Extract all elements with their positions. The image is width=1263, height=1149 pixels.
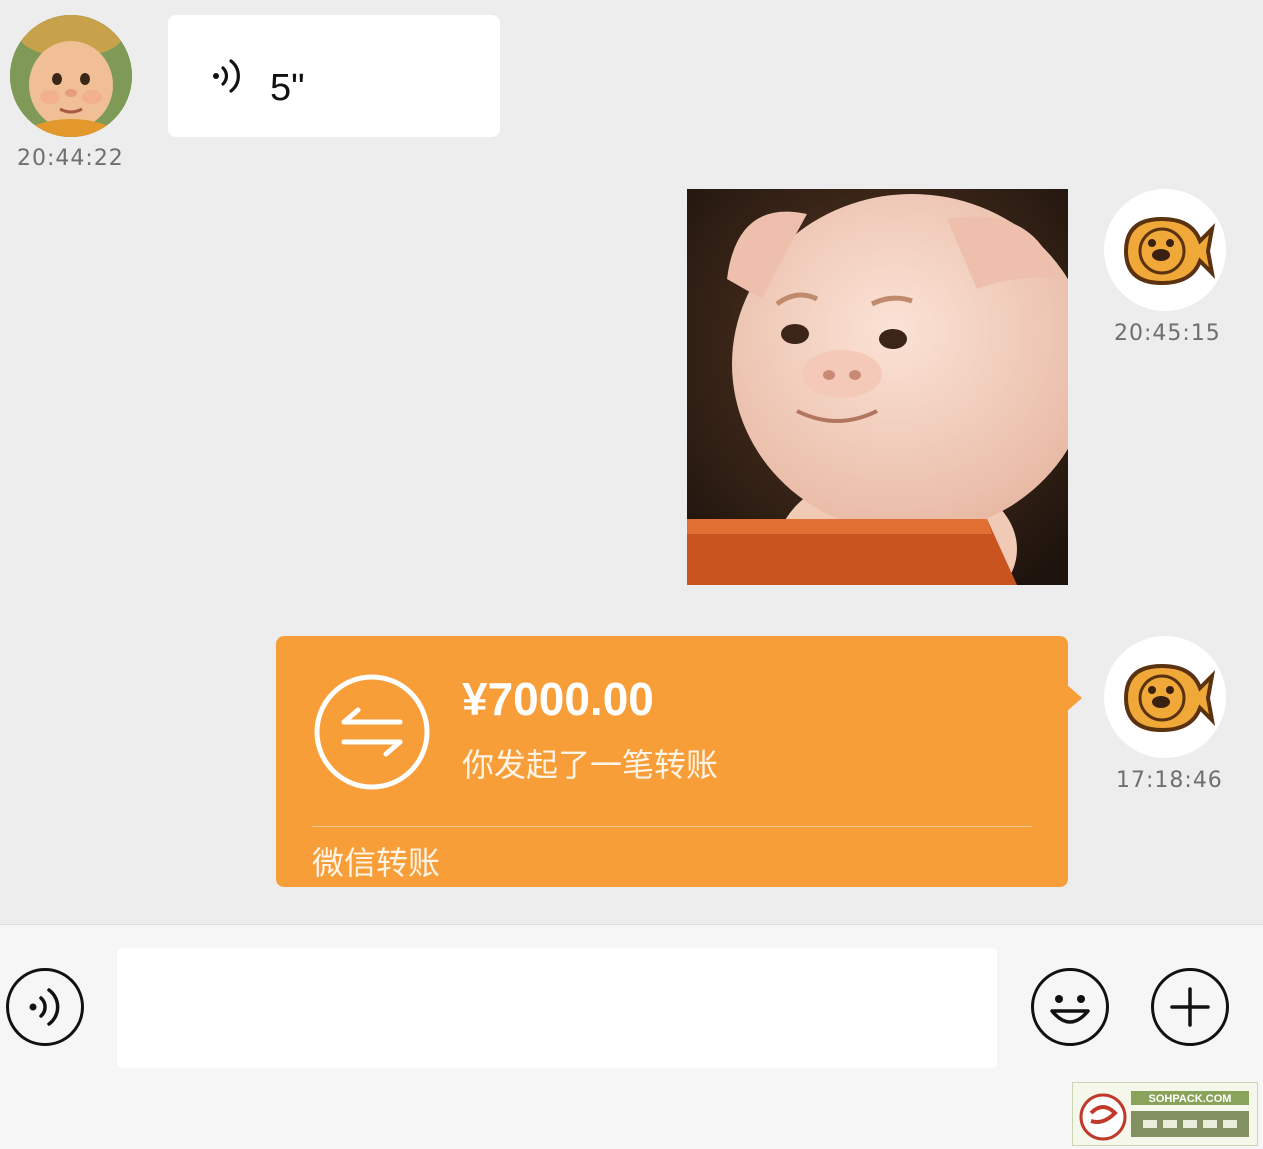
watermark-logo-icon: SOHPACK.COM: [1079, 1091, 1249, 1141]
transfer-footer-label: 微信转账: [312, 844, 441, 882]
sticker-image[interactable]: [687, 189, 1068, 585]
message-text-input[interactable]: [117, 948, 997, 1068]
transfer-arrows-icon: [314, 674, 430, 790]
site-watermark-logo: SOHPACK.COM: [1072, 1082, 1258, 1146]
voice-duration: 5": [270, 67, 305, 109]
contact-avatar[interactable]: [10, 15, 132, 137]
watermark-site-text: SOHPACK.COM: [1149, 1093, 1232, 1105]
transfer-message-bubble[interactable]: ¥7000.00 你发起了一笔转账 微信转账: [276, 636, 1068, 887]
more-actions-button[interactable]: [1151, 968, 1229, 1046]
voice-icon: [29, 988, 60, 1026]
pig-sticker-icon: [687, 189, 1068, 585]
voice-message-bubble[interactable]: 5": [168, 15, 500, 137]
boy-avatar-icon: [10, 15, 132, 137]
voice-input-button[interactable]: [6, 968, 84, 1046]
plus-icon: [1170, 987, 1210, 1027]
message-time: 20:45:15: [1114, 321, 1221, 346]
message-time: 20:44:22: [17, 146, 124, 171]
taiyaki-avatar-icon: [1123, 216, 1216, 286]
transfer-amount: ¥7000.00: [462, 673, 654, 725]
voice-wave-icon: [213, 59, 240, 93]
taiyaki-avatar-icon: [1123, 663, 1216, 733]
transfer-bubble-tail: [1066, 684, 1082, 712]
emoji-button[interactable]: [1031, 968, 1109, 1046]
message-time: 17:18:46: [1116, 768, 1223, 793]
transfer-description: 你发起了一笔转账: [462, 746, 719, 784]
my-avatar[interactable]: [1104, 189, 1226, 311]
transfer-divider: [312, 826, 1032, 827]
my-avatar[interactable]: [1104, 636, 1226, 758]
emoji-icon: [1050, 995, 1090, 1024]
